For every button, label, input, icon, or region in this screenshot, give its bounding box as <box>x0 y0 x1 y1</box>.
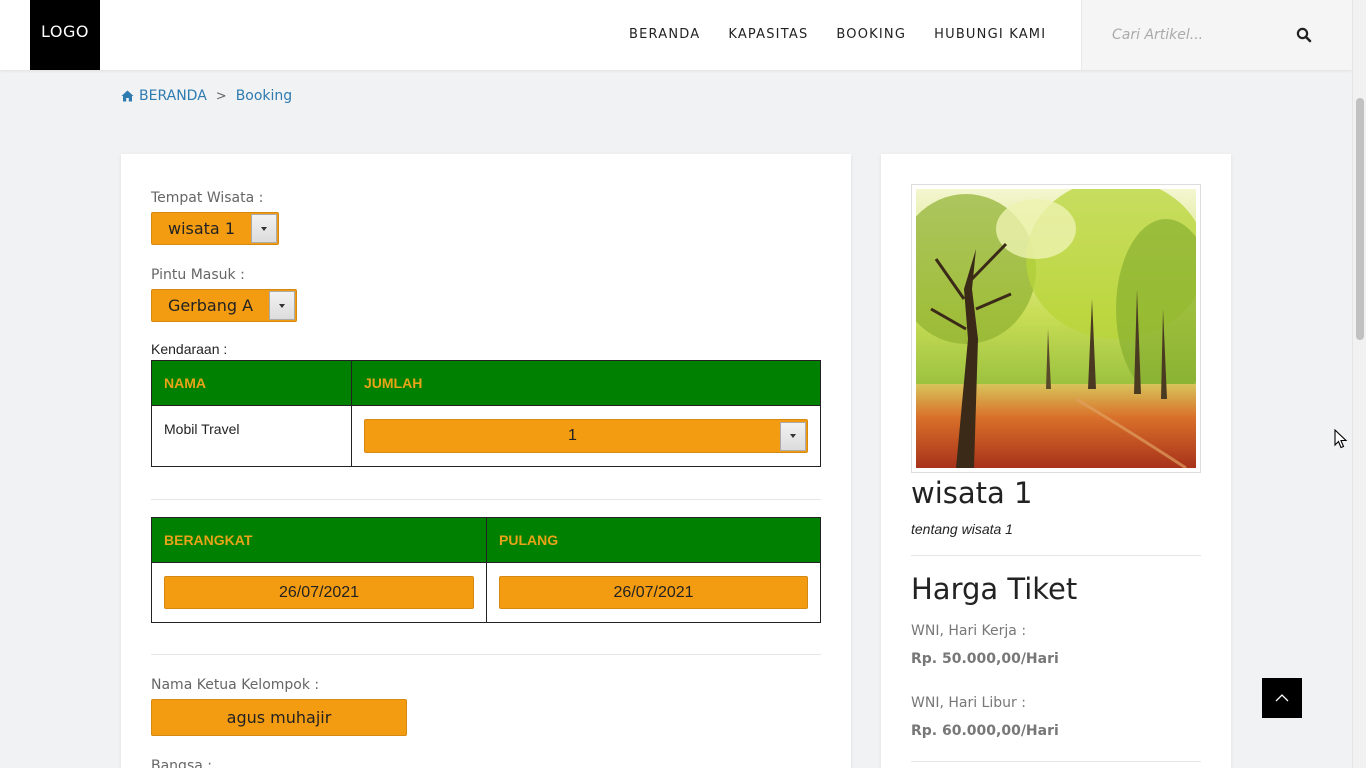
page-scrollbar[interactable] <box>1352 0 1366 768</box>
table-row: 26/07/2021 26/07/2021 <box>151 562 821 623</box>
search-icon[interactable] <box>1296 27 1312 43</box>
tempat-wisata-label: Tempat Wisata : <box>151 190 264 206</box>
destination-info-panel: wisata 1 tentang wisata 1 Harga Tiket WN… <box>881 154 1231 768</box>
kendaraan-table: NAMA JUMLAH Mobil Travel 1 <box>151 360 821 467</box>
divider <box>911 761 1201 762</box>
price-heading: Harga Tiket <box>911 572 1078 606</box>
table-header-berangkat: BERANGKAT <box>151 517 487 563</box>
table-header-nama: NAMA <box>151 360 352 406</box>
price-value-weekday: Rp. 50.000,00/Hari <box>911 651 1059 667</box>
pintu-masuk-label: Pintu Masuk : <box>151 267 245 283</box>
kendaraan-nama-cell: Mobil Travel <box>151 405 352 467</box>
date-table: BERANGKAT PULANG 26/07/2021 26/07/2021 <box>151 517 821 623</box>
destination-description: tentang wisata 1 <box>911 521 1013 537</box>
table-header-pulang: PULANG <box>486 517 821 563</box>
price-label-holiday: WNI, Hari Libur : <box>911 695 1026 711</box>
kendaraan-jumlah-select[interactable]: 1 <box>364 419 808 453</box>
booking-form-panel: Tempat Wisata : wisata 1 Pintu Masuk : G… <box>121 154 851 768</box>
breadcrumb-home[interactable]: BERANDA <box>139 88 207 104</box>
divider <box>911 555 1201 556</box>
breadcrumb-separator: > <box>215 88 227 104</box>
home-icon <box>121 90 134 102</box>
site-logo[interactable]: LOGO <box>30 0 100 70</box>
pintu-masuk-select[interactable]: Gerbang A <box>151 289 297 322</box>
ketua-kelompok-label: Nama Ketua Kelompok : <box>151 677 320 693</box>
breadcrumb: BERANDA > Booking <box>121 88 292 104</box>
chevron-down-icon[interactable] <box>780 421 806 451</box>
bangsa-label: Bangsa : <box>151 758 212 768</box>
chevron-up-icon <box>1275 694 1289 702</box>
table-header-jumlah: JUMLAH <box>351 360 821 406</box>
berangkat-date-input[interactable]: 26/07/2021 <box>164 576 474 609</box>
nav-kapasitas[interactable]: KAPASITAS <box>728 27 808 42</box>
tempat-wisata-select[interactable]: wisata 1 <box>151 212 279 245</box>
scrollbar-thumb[interactable] <box>1356 98 1364 340</box>
chevron-down-icon[interactable] <box>269 291 295 320</box>
forest-image <box>916 189 1196 468</box>
price-label-weekday: WNI, Hari Kerja : <box>911 623 1027 639</box>
destination-image <box>911 184 1201 473</box>
kendaraan-label: Kendaraan : <box>151 341 228 357</box>
mouse-cursor-icon <box>1334 429 1348 449</box>
divider <box>151 499 821 500</box>
nav-beranda[interactable]: BERANDA <box>629 27 700 42</box>
kendaraan-jumlah-value: 1 <box>568 427 577 444</box>
tempat-wisata-value: wisata 1 <box>167 219 235 238</box>
destination-title: wisata 1 <box>911 476 1033 510</box>
site-header: LOGO BERANDA KAPASITAS BOOKING HUBUNGI K… <box>0 0 1352 70</box>
breadcrumb-current[interactable]: Booking <box>236 88 293 104</box>
ketua-kelompok-input[interactable]: agus muhajir <box>151 699 407 736</box>
pintu-masuk-value: Gerbang A <box>167 296 254 315</box>
main-nav: BERANDA KAPASITAS BOOKING HUBUNGI KAMI <box>629 27 1074 42</box>
price-value-holiday: Rp. 60.000,00/Hari <box>911 723 1059 739</box>
nav-booking[interactable]: BOOKING <box>836 27 906 42</box>
table-row: Mobil Travel 1 <box>151 405 821 467</box>
back-to-top-button[interactable] <box>1262 678 1302 718</box>
divider <box>151 654 821 655</box>
search-box <box>1081 0 1352 70</box>
search-input[interactable] <box>1112 24 1292 46</box>
nav-hubungi-kami[interactable]: HUBUNGI KAMI <box>934 27 1046 42</box>
chevron-down-icon[interactable] <box>251 214 277 243</box>
pulang-date-input[interactable]: 26/07/2021 <box>499 576 808 609</box>
